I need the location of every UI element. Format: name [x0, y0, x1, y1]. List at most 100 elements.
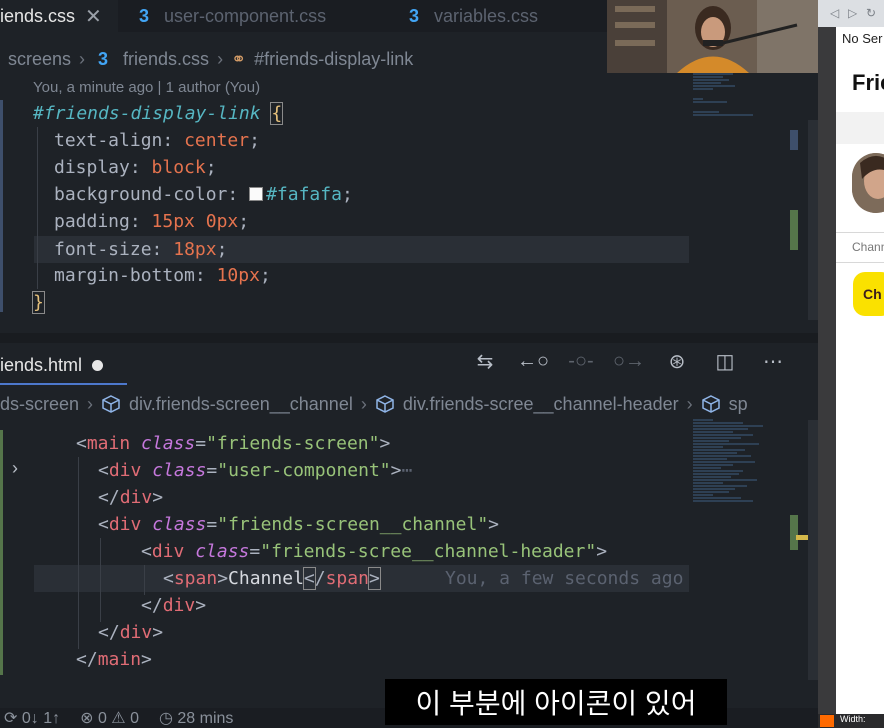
css-value: #fafafa [266, 184, 342, 205]
split-editor-icon[interactable]: ◫ [709, 345, 741, 377]
browser-toolbar: ◁ ▷ ↻ [818, 0, 884, 27]
breadcrumb-item[interactable]: ds-screen [0, 394, 79, 415]
css-property: text-align [54, 130, 163, 151]
compare-changes-icon[interactable]: ⇆ [469, 345, 501, 377]
fold-chevron-icon[interactable]: › [12, 458, 18, 479]
html-code-line[interactable]: <main class="friends-screen"> [76, 430, 390, 457]
close-icon[interactable]: ✕ [85, 4, 102, 29]
folded-ellipsis[interactable]: ⋯ [401, 460, 412, 481]
chevron-right-icon: › [79, 48, 86, 69]
display-link-band[interactable] [836, 112, 884, 144]
html-scrollbar-marker [790, 515, 798, 550]
css-declaration[interactable]: display: block; [54, 154, 217, 181]
divider [836, 232, 884, 233]
active-tab-indicator [0, 383, 127, 385]
problems-status[interactable]: ⊗ 0 ⚠ 0 [80, 708, 139, 728]
css-file-icon: 3 [98, 49, 109, 69]
css-declaration[interactable]: font-size: 18px; [54, 236, 227, 263]
css-selector: #friends-display-link [33, 103, 261, 124]
span-text: Channel [228, 568, 304, 589]
indent-guide [37, 127, 38, 289]
css-property: padding [54, 211, 130, 232]
html-scrollbar[interactable] [808, 420, 818, 680]
unsaved-dot-icon[interactable] [92, 359, 104, 371]
html-breadcrumb: ds-screen › div.friends-screen__channel … [0, 389, 748, 419]
browser-preview: ◁ ▷ ↻ No Ser Frie Chann Ch Width: [818, 0, 884, 728]
html-code-line[interactable]: <div class="user-component">⋯ [98, 457, 412, 484]
html-code-line[interactable]: <span>Channel</span> [163, 565, 381, 592]
current-change-icon[interactable]: -○- [565, 345, 597, 377]
css-close-brace-line[interactable]: } [32, 289, 45, 316]
html-code-line[interactable]: </div> [98, 619, 163, 646]
previous-change-icon[interactable]: ←○ [517, 345, 549, 377]
reload-icon[interactable]: ↻ [866, 6, 876, 20]
tab-variables-css[interactable]: 3 variables.css [404, 0, 538, 32]
inline-git-blame: You, a few seconds ago [445, 568, 684, 589]
more-actions-icon[interactable]: ⋯ [757, 345, 789, 377]
width-readout: Width: [840, 714, 866, 724]
session-time: ◷ 28 mins [158, 710, 234, 727]
css-declaration[interactable]: padding: 15px 0px; [54, 208, 249, 235]
forward-icon[interactable]: ▷ [848, 6, 857, 20]
css-value: block [151, 157, 206, 178]
sync-status[interactable]: ⟳ 0↓ 1↑ [4, 708, 60, 728]
open-brace: { [270, 102, 284, 125]
selector-icon: ⚭ [231, 48, 247, 69]
chevron-right-icon: › [360, 393, 367, 414]
css-property: display [54, 157, 130, 178]
server-notice: No Ser [842, 31, 883, 46]
breadcrumb-item[interactable]: friends.css [123, 49, 209, 70]
element-cube-icon [376, 395, 394, 413]
html-minimap[interactable] [693, 418, 788, 503]
breadcrumb-item[interactable]: screens [8, 49, 71, 70]
tab-friends-html[interactable]: iends.html [0, 345, 104, 385]
tab-label: iends.css [0, 5, 76, 26]
pane-divider[interactable] [0, 333, 818, 343]
tab-label: variables.css [434, 5, 539, 26]
video-subtitle: 이 부분에 아이콘이 있어 [385, 679, 727, 725]
css-value: 15px 0px [151, 211, 239, 232]
code-editor: iends.css ✕ 3 user-component.css 3 varia… [0, 0, 818, 728]
indent-guide [78, 457, 79, 649]
gutter-change-bar [0, 430, 3, 675]
css-declaration[interactable]: margin-bottom: 10px; [54, 262, 271, 289]
chevron-right-icon: › [217, 48, 224, 69]
tab-label: iends.html [0, 354, 83, 375]
css-selector-line[interactable]: #friends-display-link { [33, 100, 284, 127]
css-minimap[interactable] [693, 72, 788, 117]
kakao-channel-icon[interactable]: Ch [853, 272, 884, 316]
css-value: 18px [173, 239, 217, 260]
git-graph-icon[interactable]: ⊛ [661, 345, 693, 377]
tab-friends-css[interactable]: iends.css ✕ [0, 0, 118, 32]
color-swatch[interactable] [249, 187, 264, 201]
browser-sidebar [818, 27, 836, 728]
indent-guide [100, 538, 101, 622]
html-code-line[interactable]: <div class="friends-screen__channel"> [98, 511, 499, 538]
back-icon[interactable]: ◁ [830, 6, 839, 20]
css-scrollbar[interactable] [808, 120, 818, 320]
tab-label: user-component.css [164, 5, 327, 26]
css-file-icon: 3 [138, 6, 149, 26]
breadcrumb-item[interactable]: sp [729, 394, 748, 415]
css-declaration[interactable]: text-align: center; [54, 127, 260, 154]
webcam-overlay [607, 0, 818, 73]
close-brace: } [32, 291, 45, 314]
css-declaration[interactable]: background-color: #fafafa; [54, 181, 353, 208]
css-value: center [184, 130, 250, 151]
html-code-line[interactable]: </div> [141, 592, 206, 619]
next-change-icon[interactable]: ○→ [613, 345, 645, 377]
git-blame-annotation: You, a minute ago | 1 author (You) [33, 79, 261, 96]
editor-toolbar: ⇆ ←○ -○- ○→ ⊛ ◫ ⋯ [453, 345, 789, 377]
chevron-right-icon: › [686, 393, 693, 414]
html-code-line[interactable]: </div> [98, 484, 163, 511]
element-cube-icon [102, 395, 120, 413]
breadcrumb-item[interactable]: #friends-display-link [254, 49, 413, 70]
html-code-line[interactable]: <div class="friends-scree__channel-heade… [141, 538, 607, 565]
avatar [852, 153, 884, 213]
html-code-line[interactable]: </main> [76, 646, 152, 673]
breadcrumb-item[interactable]: div.friends-screen__channel [129, 394, 353, 415]
devtools-strip: Width: [818, 714, 884, 728]
breadcrumb-item[interactable]: div.friends-scree__channel-header [403, 394, 679, 415]
devtools-icon[interactable] [820, 715, 834, 727]
tab-user-component-css[interactable]: 3 user-component.css [134, 0, 326, 32]
